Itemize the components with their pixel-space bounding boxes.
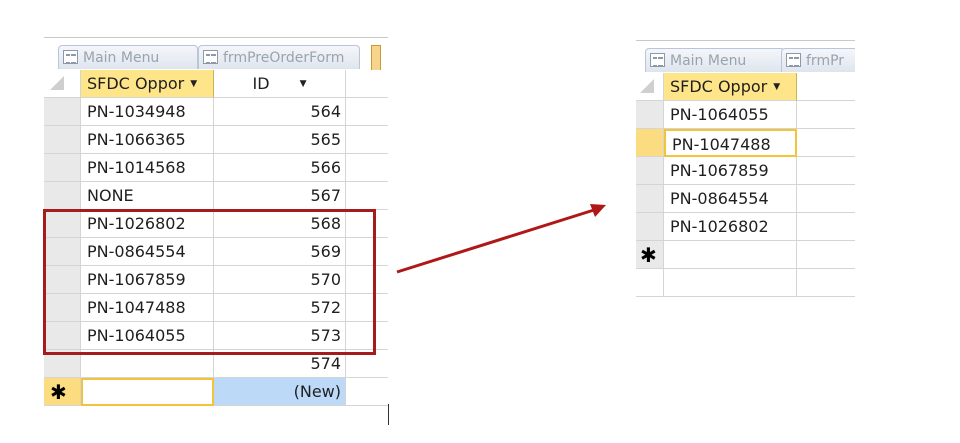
- table-row[interactable]: PN-0864554: [636, 185, 855, 213]
- new-sfdc-input[interactable]: [664, 241, 797, 269]
- empty-space: [664, 269, 797, 297]
- sfdc-cell[interactable]: PN-1064055: [664, 101, 797, 129]
- select-all-corner[interactable]: [636, 73, 664, 101]
- empty-cell: [797, 185, 855, 213]
- empty-cell: [797, 213, 855, 241]
- record-selector[interactable]: [636, 101, 664, 129]
- sfdc-cell[interactable]: PN-1067859: [664, 157, 797, 185]
- form-icon: [650, 53, 665, 67]
- table-row[interactable]: PN-1026802: [636, 213, 855, 241]
- new-record-marker[interactable]: ✱: [636, 241, 664, 269]
- form-icon: [786, 53, 801, 67]
- empty-cell: [797, 129, 855, 157]
- sfdc-cell[interactable]: PN-0864554: [664, 185, 797, 213]
- select-all-icon: [640, 79, 654, 93]
- sfdc-cell[interactable]: PN-1026802: [664, 213, 797, 241]
- column-header-sfdc-oppor[interactable]: SFDC Oppor ▼: [664, 73, 797, 101]
- empty-header-space: [797, 73, 855, 101]
- empty-cell: [797, 157, 855, 185]
- sfdc-cell[interactable]: PN-1047488: [664, 129, 797, 157]
- empty-cell: [797, 241, 855, 269]
- new-record-row[interactable]: ✱: [636, 241, 855, 269]
- table-row[interactable]: PN-1067859: [636, 157, 855, 185]
- right-datasheet-window: Main Menu frmPr SFDC Oppor ▼ PN-1064055 P…: [636, 40, 855, 306]
- empty-cell: [797, 101, 855, 129]
- tab-main-menu[interactable]: Main Menu: [645, 48, 785, 72]
- right-document-tabs: Main Menu frmPr: [636, 40, 855, 74]
- arrow-shaft: [396, 208, 595, 274]
- table-row[interactable]: PN-1047488: [636, 129, 855, 157]
- empty-row: [636, 269, 855, 297]
- empty-space: [636, 269, 664, 297]
- header-row: SFDC Oppor ▼: [636, 73, 855, 101]
- tab-frm-preorder-form[interactable]: frmPr: [781, 48, 855, 72]
- record-selector[interactable]: [636, 129, 664, 157]
- dropdown-arrow-icon[interactable]: ▼: [773, 74, 780, 100]
- empty-space: [797, 269, 855, 297]
- record-selector[interactable]: [636, 185, 664, 213]
- record-selector[interactable]: [636, 157, 664, 185]
- right-datasheet-grid: SFDC Oppor ▼ PN-1064055 PN-1047488 PN-106…: [636, 73, 855, 306]
- table-row[interactable]: PN-1064055: [636, 101, 855, 129]
- record-selector[interactable]: [636, 213, 664, 241]
